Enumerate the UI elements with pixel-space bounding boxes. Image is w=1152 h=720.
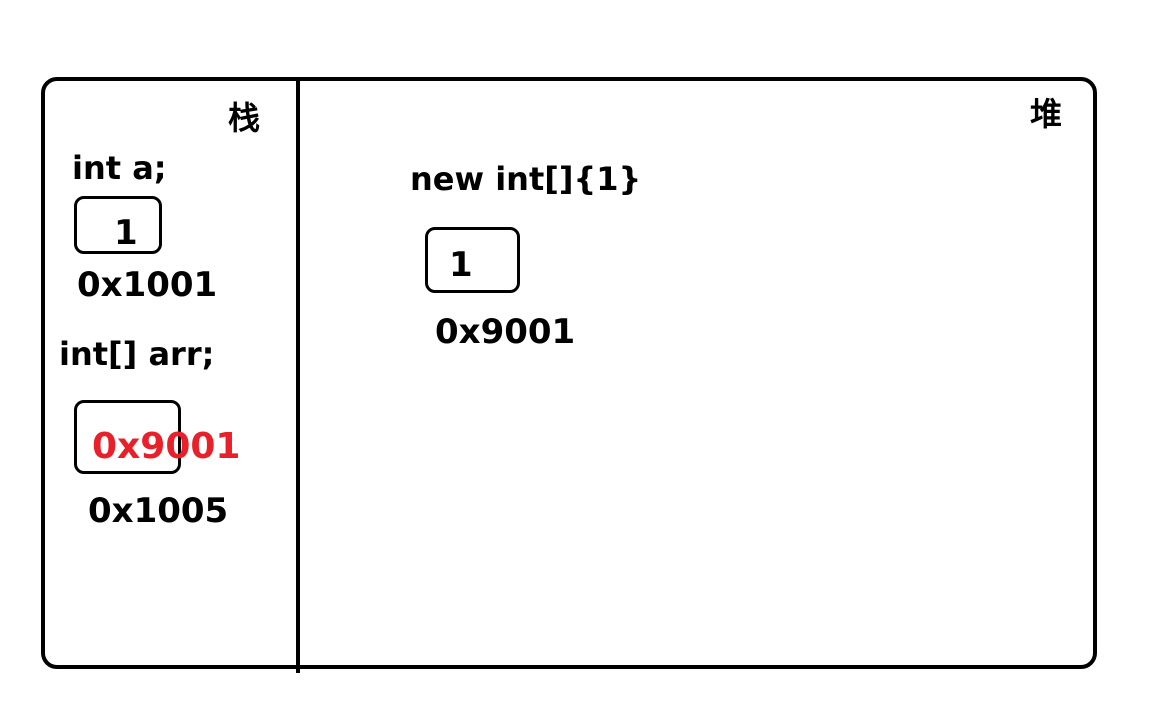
var-a-address: 0x1001 xyxy=(77,265,218,305)
stack-title: 栈 xyxy=(228,99,261,137)
heap-object-address: 0x9001 xyxy=(435,312,576,352)
var-a-declaration: int a; xyxy=(72,149,167,187)
heap-object-expression: new int[]{1} xyxy=(410,160,642,198)
heap-object-value: 1 xyxy=(449,245,473,285)
var-arr-declaration: int[] arr; xyxy=(59,335,215,373)
var-arr-address: 0x1005 xyxy=(88,491,229,531)
heap-title: 堆 xyxy=(1030,95,1063,133)
stack-heap-divider xyxy=(296,77,300,673)
var-arr-reference-value: 0x9001 xyxy=(92,426,241,467)
var-a-value: 1 xyxy=(114,213,138,253)
